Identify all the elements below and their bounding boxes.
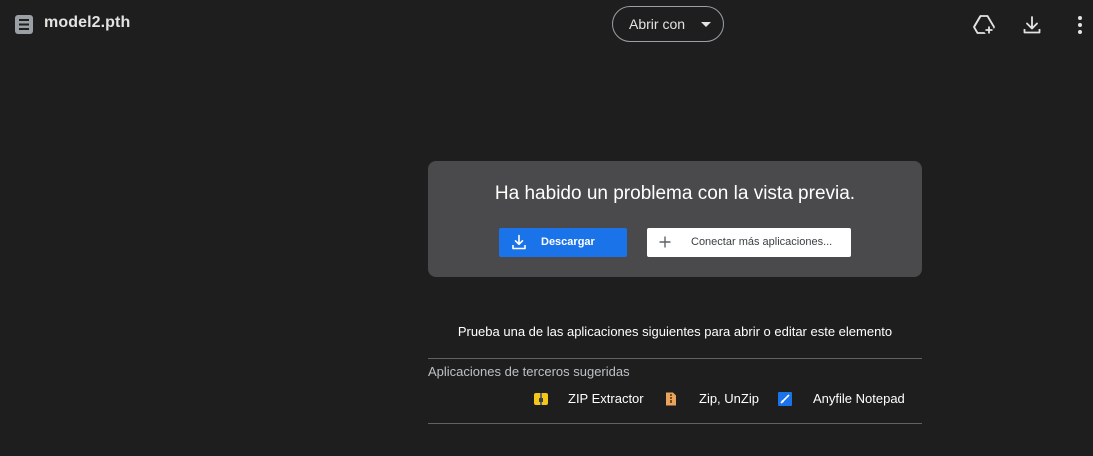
connect-more-apps-label: Conectar más aplicaciones... xyxy=(691,236,833,248)
divider-top xyxy=(428,358,922,359)
divider-bottom xyxy=(428,423,922,424)
zip-extractor-icon xyxy=(534,393,548,405)
app-name: ZIP Extractor xyxy=(568,391,644,406)
app-zip-unzip[interactable]: Zip, UnZip xyxy=(664,391,759,407)
download-button[interactable]: Descargar xyxy=(499,228,627,257)
app-zip-extractor[interactable]: ZIP Extractor xyxy=(534,391,644,407)
app-name: Zip, UnZip xyxy=(699,391,759,406)
add-to-drive-icon[interactable] xyxy=(972,13,996,37)
open-with-button[interactable]: Abrir con xyxy=(612,6,724,42)
download-button-label: Descargar xyxy=(541,236,595,248)
top-bar: model2.pth Abrir con xyxy=(0,0,1093,50)
app-name: Anyfile Notepad xyxy=(813,391,905,406)
anyfile-notepad-icon xyxy=(778,392,792,406)
preview-error-message: Ha habido un problema con la vista previ… xyxy=(494,183,856,204)
plus-icon xyxy=(659,236,671,248)
file-name: model2.pth xyxy=(44,14,131,31)
preview-error-panel: Ha habido un problema con la vista previ… xyxy=(428,161,922,277)
more-vert-icon[interactable] xyxy=(1068,13,1092,37)
download-icon xyxy=(512,234,526,250)
archive-file-icon xyxy=(15,15,33,34)
app-anyfile-notepad[interactable]: Anyfile Notepad xyxy=(778,391,910,407)
suggested-apps-heading: Aplicaciones de terceros sugeridas xyxy=(428,364,630,379)
download-icon[interactable] xyxy=(1020,13,1044,37)
connect-more-apps-button[interactable]: Conectar más aplicaciones... xyxy=(647,228,851,257)
caret-down-icon xyxy=(701,22,711,27)
open-with-label: Abrir con xyxy=(629,16,686,32)
suggestion-prompt: Prueba una de las aplicaciones siguiente… xyxy=(457,324,893,339)
zip-unzip-icon xyxy=(666,392,676,406)
